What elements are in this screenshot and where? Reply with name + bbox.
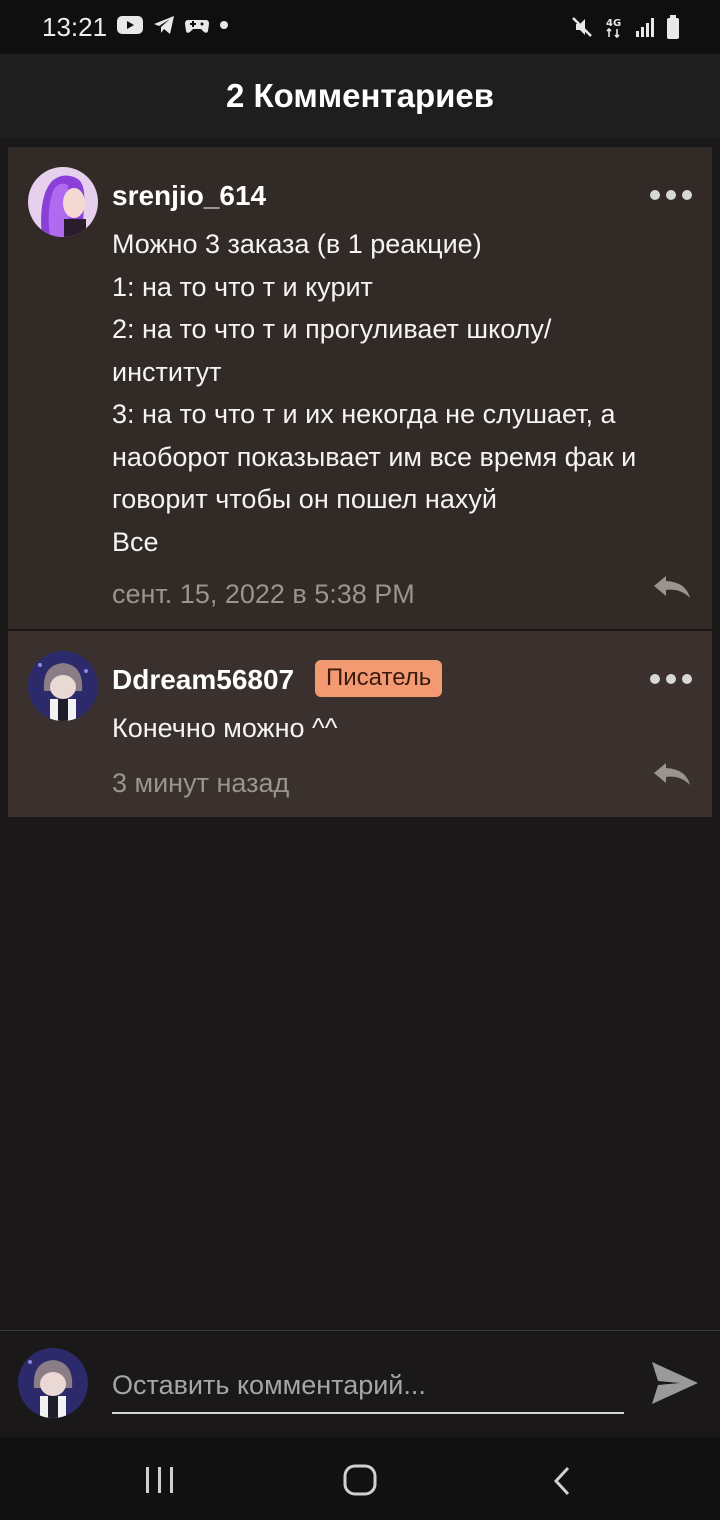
comments-header: 2 Комментариев xyxy=(0,54,720,138)
home-icon[interactable] xyxy=(342,1463,378,1497)
avatar xyxy=(18,1348,88,1418)
send-icon[interactable] xyxy=(650,1358,700,1408)
status-time: 13:21 xyxy=(42,12,108,42)
telegram-icon xyxy=(154,16,174,34)
comment-text: Конечно можно ^^ xyxy=(112,713,338,743)
page-title: 2 Комментариев xyxy=(225,77,495,114)
mute-icon xyxy=(572,17,592,37)
comment-card: Ddream56807 Писатель Конечно можно ^^ 3 … xyxy=(8,631,712,817)
gamepad-icon xyxy=(185,20,209,33)
youtube-icon xyxy=(117,16,143,34)
comment-timestamp: сент. 15, 2022 в 5:38 PM xyxy=(112,579,415,609)
svg-text:4G: 4G xyxy=(606,18,621,29)
more-options-icon[interactable] xyxy=(650,674,692,684)
comment-username[interactable]: srenjio_614 xyxy=(112,180,266,212)
system-navigation-bar xyxy=(0,1437,720,1520)
comment-username[interactable]: Ddream56807 xyxy=(112,664,294,696)
4g-icon: 4G xyxy=(606,18,621,39)
back-icon[interactable] xyxy=(550,1465,574,1497)
comment-text: Можно 3 заказа (в 1 реакцие) 1: на то чт… xyxy=(112,229,637,557)
reply-icon[interactable] xyxy=(652,572,692,602)
signal-icon xyxy=(636,18,654,37)
divider xyxy=(0,1330,720,1331)
more-options-icon[interactable] xyxy=(650,190,692,200)
avatar[interactable] xyxy=(28,167,98,237)
battery-icon xyxy=(667,15,679,39)
status-bar: 13:21 4G xyxy=(0,0,720,54)
comment-timestamp: 3 минут назад xyxy=(112,768,290,798)
reply-icon[interactable] xyxy=(652,759,692,789)
dot-icon xyxy=(220,21,228,29)
writer-badge: Писатель xyxy=(315,660,443,697)
comment-card: srenjio_614 Можно 3 заказа (в 1 реакцие)… xyxy=(8,147,712,629)
recent-apps-icon[interactable] xyxy=(143,1465,177,1495)
comment-input[interactable] xyxy=(112,1358,624,1414)
avatar[interactable] xyxy=(28,651,98,721)
